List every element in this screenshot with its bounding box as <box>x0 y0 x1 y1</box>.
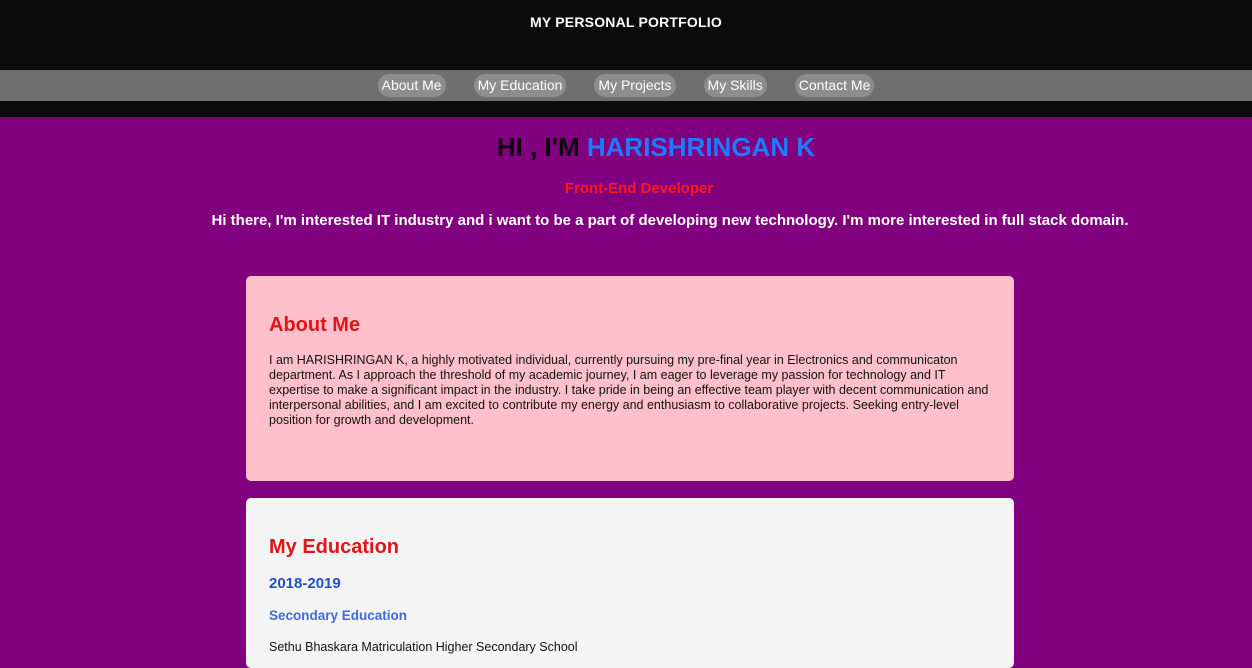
site-header: MY PERSONAL PORTFOLIO <box>0 0 1252 70</box>
hero-intro: Hi there, I'm interested IT industry and… <box>211 212 1129 229</box>
hero-greeting: HI , I'M <box>496 132 580 162</box>
about-heading: About Me <box>269 314 361 336</box>
hero-name: HARISHRINGAN K <box>586 132 816 162</box>
about-text: I am HARISHRINGAN K, a highly motivated … <box>269 353 989 427</box>
hero-role: Front-End Developer <box>564 180 714 197</box>
education-heading: My Education <box>269 536 400 558</box>
nav-my-skills[interactable]: My Skills <box>703 74 767 97</box>
education-level: Secondary Education <box>269 608 408 623</box>
site-title: MY PERSONAL PORTFOLIO <box>530 14 722 30</box>
about-card: About Me I am HARISHRINGAN K, a highly m… <box>246 276 1014 481</box>
hero-title: HI , I'M HARISHRINGAN K <box>0 132 1252 162</box>
main-navigation: About Me My Education My Projects My Ski… <box>0 70 1252 101</box>
education-years: 2018-2019 <box>269 575 341 592</box>
nav-about-me[interactable]: About Me <box>377 74 446 97</box>
header-divider <box>0 101 1252 117</box>
nav-my-projects[interactable]: My Projects <box>594 74 676 97</box>
nav-contact-me[interactable]: Contact Me <box>794 74 875 97</box>
nav-my-education[interactable]: My Education <box>473 74 567 97</box>
education-school: Sethu Bhaskara Matriculation Higher Seco… <box>269 640 578 654</box>
education-card: My Education 2018-2019 Secondary Educati… <box>246 498 1014 668</box>
